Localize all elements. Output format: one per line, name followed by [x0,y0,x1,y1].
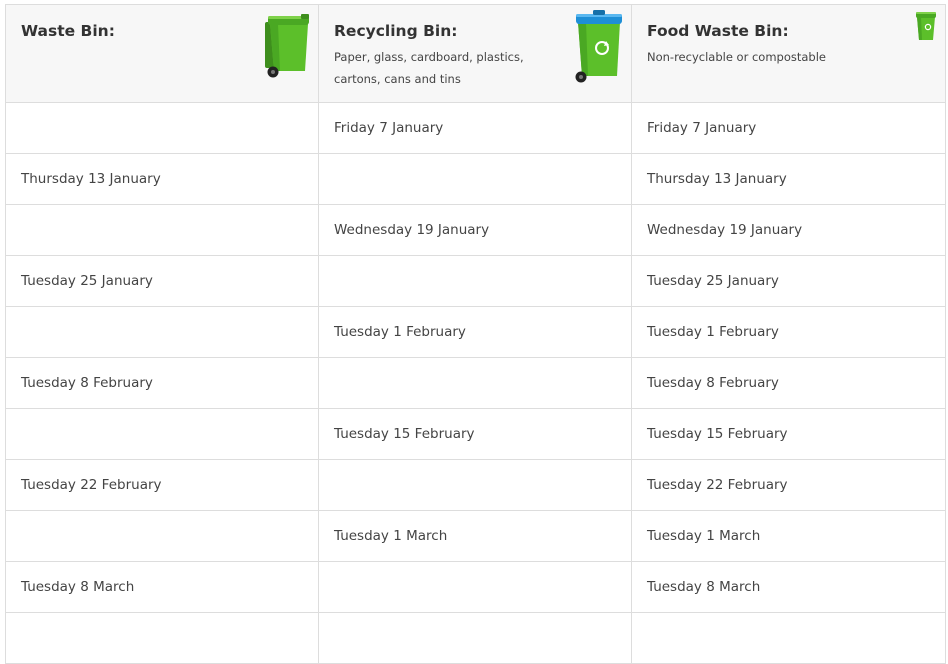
food-waste-bin-header: Food Waste Bin: Non-recyclable or compos… [631,4,946,103]
recycling-bin-date [318,612,632,664]
recycling-bin-date: Friday 7 January [318,102,632,154]
food-waste-bin-subtitle: Non-recyclable or compostable [647,50,826,64]
recycling-bin-title: Recycling Bin: [334,22,458,40]
food-waste-bin-icon [916,12,936,40]
waste-bin-date: Tuesday 8 February [5,357,319,409]
table-row: Tuesday 15 February Tuesday 15 February [5,408,946,460]
recycling-bin-date: Tuesday 1 February [318,306,632,358]
table-row: Tuesday 8 February Tuesday 8 February [5,357,946,409]
recycling-bin-date [318,459,632,511]
waste-bin-date [5,102,319,154]
table-header: Waste Bin: Recycling Bin: Paper, glass, … [5,4,946,103]
food-waste-bin-date: Tuesday 25 January [631,255,946,307]
waste-bin-date: Tuesday 25 January [5,255,319,307]
table-row: Friday 7 January Friday 7 January [5,102,946,154]
food-waste-bin-date: Tuesday 1 February [631,306,946,358]
waste-bin-title: Waste Bin: [21,22,115,40]
waste-bin-header: Waste Bin: [5,4,319,103]
waste-bin-date [5,510,319,562]
food-waste-bin-date: Thursday 13 January [631,153,946,205]
table-row [5,612,946,664]
food-waste-bin-date: Tuesday 8 March [631,561,946,613]
waste-bin-date: Tuesday 8 March [5,561,319,613]
header-row: Waste Bin: Recycling Bin: Paper, glass, … [5,4,946,103]
recycling-bin-icon [575,10,622,83]
recycling-bin-date: Tuesday 1 March [318,510,632,562]
table-row: Thursday 13 January Thursday 13 January [5,153,946,205]
recycling-bin-date [318,153,632,205]
food-waste-bin-date: Tuesday 15 February [631,408,946,460]
food-waste-bin-date: Tuesday 8 February [631,357,946,409]
food-waste-bin-date [631,612,946,664]
waste-bin-date: Thursday 13 January [5,153,319,205]
recycling-bin-date [318,357,632,409]
recycling-bin-date [318,255,632,307]
recycling-bin-subtitle: Paper, glass, cardboard, plastics, carto… [334,50,524,86]
bin-collection-table: Waste Bin: Recycling Bin: Paper, glass, … [5,4,946,664]
table-row: Tuesday 1 February Tuesday 1 February [5,306,946,358]
waste-bin-date [5,612,319,664]
food-waste-bin-title: Food Waste Bin: [647,22,789,40]
table-row: Tuesday 8 March Tuesday 8 March [5,561,946,613]
table-row: Tuesday 22 February Tuesday 22 February [5,459,946,511]
waste-bin-icon [265,14,309,78]
recycling-bin-date: Tuesday 15 February [318,408,632,460]
waste-bin-date [5,204,319,256]
waste-bin-date [5,306,319,358]
recycling-bin-header: Recycling Bin: Paper, glass, cardboard, … [318,4,632,103]
table-row: Wednesday 19 January Wednesday 19 Januar… [5,204,946,256]
recycling-bin-date: Wednesday 19 January [318,204,632,256]
waste-bin-date [5,408,319,460]
recycling-bin-date [318,561,632,613]
food-waste-bin-date: Wednesday 19 January [631,204,946,256]
food-waste-bin-date: Tuesday 1 March [631,510,946,562]
collection-dates: Friday 7 January Friday 7 January Thursd… [5,102,946,664]
food-waste-bin-date: Tuesday 22 February [631,459,946,511]
table-row: Tuesday 1 March Tuesday 1 March [5,510,946,562]
food-waste-bin-date: Friday 7 January [631,102,946,154]
table-row: Tuesday 25 January Tuesday 25 January [5,255,946,307]
waste-bin-date: Tuesday 22 February [5,459,319,511]
